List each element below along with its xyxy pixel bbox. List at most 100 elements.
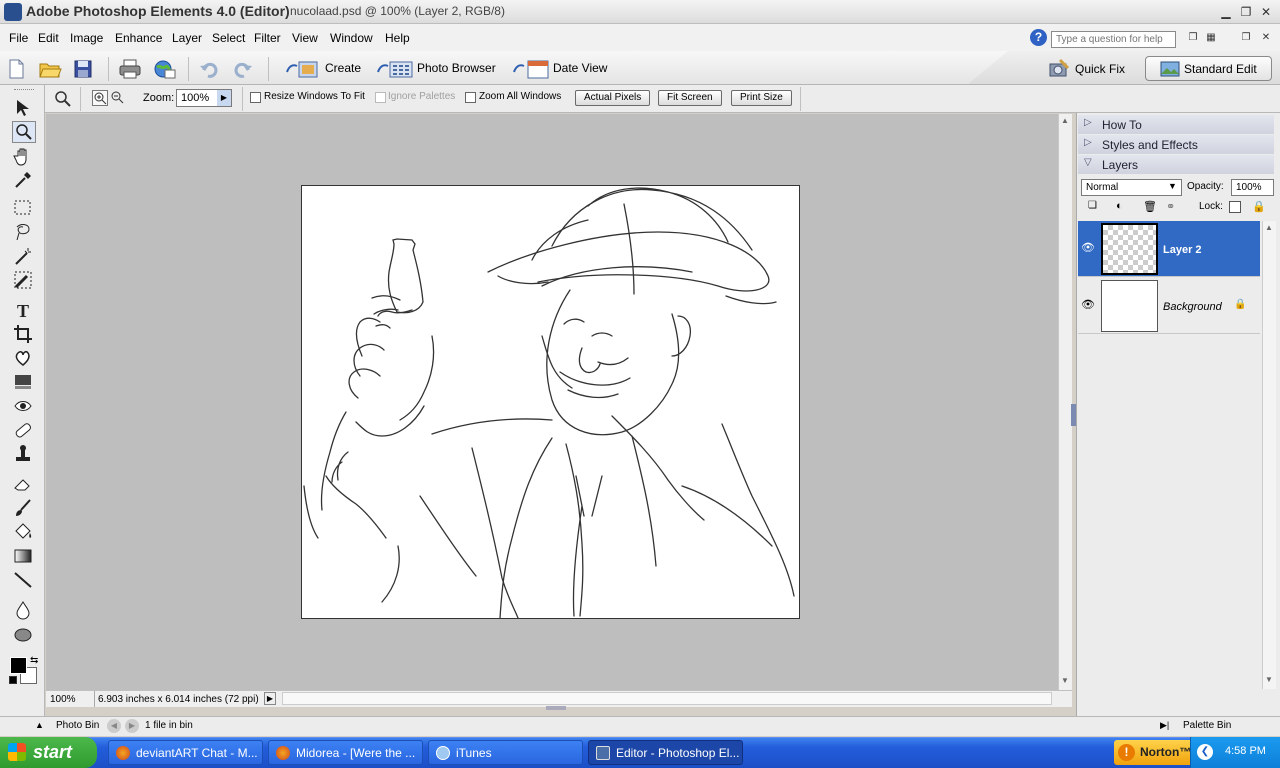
- brush-icon[interactable]: [12, 497, 36, 519]
- help-icon[interactable]: ?: [1030, 29, 1047, 46]
- redo-icon[interactable]: [232, 58, 256, 80]
- tray-collapse-icon[interactable]: ❮: [1197, 744, 1213, 760]
- cookie-cutter-icon[interactable]: [12, 347, 36, 369]
- zoom-tool-button-icon[interactable]: [12, 121, 36, 143]
- scroll-down-icon[interactable]: ▼: [1061, 676, 1069, 685]
- magic-wand-icon[interactable]: [12, 245, 36, 267]
- bin-resize-handle[interactable]: [546, 706, 566, 710]
- opacity-input[interactable]: 100%: [1231, 179, 1274, 196]
- horizontal-scrollbar[interactable]: [282, 692, 1052, 705]
- date-view-button[interactable]: Date View: [512, 58, 612, 80]
- quick-fix-button[interactable]: Quick Fix: [1048, 56, 1138, 80]
- document-canvas[interactable]: [301, 185, 800, 619]
- resize-windows-checkbox[interactable]: [250, 92, 261, 103]
- help-search-input[interactable]: [1051, 31, 1176, 48]
- zoom-arrow-icon[interactable]: ▶: [217, 90, 231, 106]
- red-eye-icon[interactable]: [12, 395, 36, 417]
- menu-help[interactable]: Help: [385, 31, 410, 45]
- actual-pixels-button[interactable]: Actual Pixels: [575, 90, 651, 106]
- layers-scrollbar[interactable]: ▲ ▼: [1262, 221, 1276, 689]
- lasso-icon[interactable]: [12, 221, 36, 243]
- scroll-up-icon[interactable]: ▲: [1265, 223, 1273, 232]
- eraser-icon[interactable]: [12, 473, 36, 495]
- zoom-field[interactable]: 100% ▶: [176, 89, 232, 107]
- next-photo-icon[interactable]: ▶: [125, 719, 139, 733]
- new-layer-icon[interactable]: ❏: [1088, 200, 1102, 214]
- layer-row-layer-2[interactable]: 👁 Layer 2: [1078, 221, 1260, 277]
- task-midorea[interactable]: Midorea - [Were the ...: [268, 740, 423, 765]
- minimize-icon[interactable]: ▁: [1218, 4, 1234, 20]
- menu-enhance[interactable]: Enhance: [115, 31, 162, 45]
- foreground-color-swatch[interactable]: [10, 657, 27, 674]
- menu-file[interactable]: File: [9, 31, 28, 45]
- link-icon[interactable]: ⚭: [1166, 200, 1186, 214]
- new-file-icon[interactable]: [5, 58, 29, 80]
- move-tool-icon[interactable]: [12, 97, 36, 119]
- panel-tile-icon[interactable]: ▦: [1203, 30, 1219, 46]
- menu-filter[interactable]: Filter: [254, 31, 281, 45]
- zoom-all-checkbox[interactable]: [465, 92, 476, 103]
- zoom-in-icon[interactable]: [92, 90, 108, 106]
- straighten-tool-icon[interactable]: [12, 371, 36, 393]
- panel-minimize-icon[interactable]: ❐: [1185, 30, 1201, 46]
- fit-screen-button[interactable]: Fit Screen: [658, 90, 722, 106]
- selection-brush-icon[interactable]: [12, 269, 36, 291]
- photo-bin-toggle-icon[interactable]: ▲: [35, 720, 44, 730]
- default-colors-icon[interactable]: [9, 676, 17, 684]
- line-tool-icon[interactable]: [12, 569, 36, 591]
- gradient-icon[interactable]: [12, 545, 36, 567]
- menu-select[interactable]: Select: [212, 31, 245, 45]
- previous-photo-icon[interactable]: ◀: [107, 719, 121, 733]
- scroll-down-icon[interactable]: ▼: [1265, 675, 1273, 684]
- crop-tool-icon[interactable]: [12, 323, 36, 345]
- menu-window[interactable]: Window: [330, 31, 373, 45]
- print-icon[interactable]: [118, 58, 142, 80]
- undo-icon[interactable]: [198, 58, 222, 80]
- share-globe-icon[interactable]: [152, 58, 176, 80]
- status-menu-arrow-icon[interactable]: ▶: [264, 692, 276, 705]
- print-size-button[interactable]: Print Size: [731, 90, 792, 106]
- doc-restore-icon[interactable]: ❐: [1238, 30, 1254, 46]
- lock-transparency-icon[interactable]: [1229, 201, 1241, 213]
- type-tool-icon[interactable]: T: [12, 299, 36, 321]
- lock-all-icon[interactable]: 🔒: [1252, 200, 1266, 213]
- scroll-up-icon[interactable]: ▲: [1061, 116, 1069, 125]
- save-icon[interactable]: [72, 58, 96, 80]
- palette-bin-toggle-icon[interactable]: ▶|: [1160, 720, 1169, 731]
- eyedropper-icon[interactable]: [12, 169, 36, 191]
- create-button[interactable]: Create: [285, 58, 365, 80]
- styles-effects-header[interactable]: ▷ Styles and Effects: [1078, 135, 1274, 154]
- blend-mode-select[interactable]: Normal ▼: [1081, 179, 1182, 196]
- menu-layer[interactable]: Layer: [172, 31, 202, 45]
- zoom-out-icon[interactable]: [110, 90, 126, 106]
- doc-close-icon[interactable]: ✕: [1258, 30, 1274, 46]
- close-icon[interactable]: ✕: [1258, 4, 1274, 20]
- task-photoshop[interactable]: Editor - Photoshop El...: [588, 740, 743, 765]
- task-itunes[interactable]: iTunes: [428, 740, 583, 765]
- open-folder-icon[interactable]: [38, 58, 62, 80]
- menu-view[interactable]: View: [292, 31, 318, 45]
- layers-header[interactable]: ▽ Layers: [1078, 155, 1274, 174]
- ignore-palettes-checkbox[interactable]: [375, 92, 386, 103]
- blur-tool-icon[interactable]: [12, 599, 36, 621]
- norton-button[interactable]: ! Norton™: [1114, 740, 1194, 765]
- visibility-eye-icon[interactable]: 👁: [1081, 298, 1095, 311]
- layer-row-background[interactable]: 👁 Background 🔒: [1078, 278, 1260, 334]
- healing-brush-icon[interactable]: [12, 419, 36, 441]
- marquee-icon[interactable]: [12, 197, 36, 219]
- hand-tool-icon[interactable]: [12, 145, 36, 167]
- menu-edit[interactable]: Edit: [38, 31, 59, 45]
- palette-bin-toggle[interactable]: [1071, 404, 1076, 426]
- task-deviantart[interactable]: deviantART Chat - M...: [108, 740, 263, 765]
- vertical-scrollbar[interactable]: ▲ ▼: [1058, 114, 1072, 690]
- start-button[interactable]: start: [0, 737, 97, 768]
- restore-icon[interactable]: ❐: [1238, 4, 1254, 20]
- how-to-header[interactable]: ▷ How To: [1078, 115, 1274, 134]
- paint-bucket-icon[interactable]: [12, 521, 36, 543]
- swap-colors-icon[interactable]: ⇆: [30, 655, 38, 666]
- visibility-eye-icon[interactable]: 👁: [1081, 241, 1095, 254]
- trash-icon[interactable]: 🗑: [1143, 200, 1157, 214]
- adjustment-layer-icon[interactable]: ◐: [1116, 200, 1130, 214]
- menu-image[interactable]: Image: [70, 31, 103, 45]
- standard-edit-button[interactable]: Standard Edit: [1145, 56, 1272, 81]
